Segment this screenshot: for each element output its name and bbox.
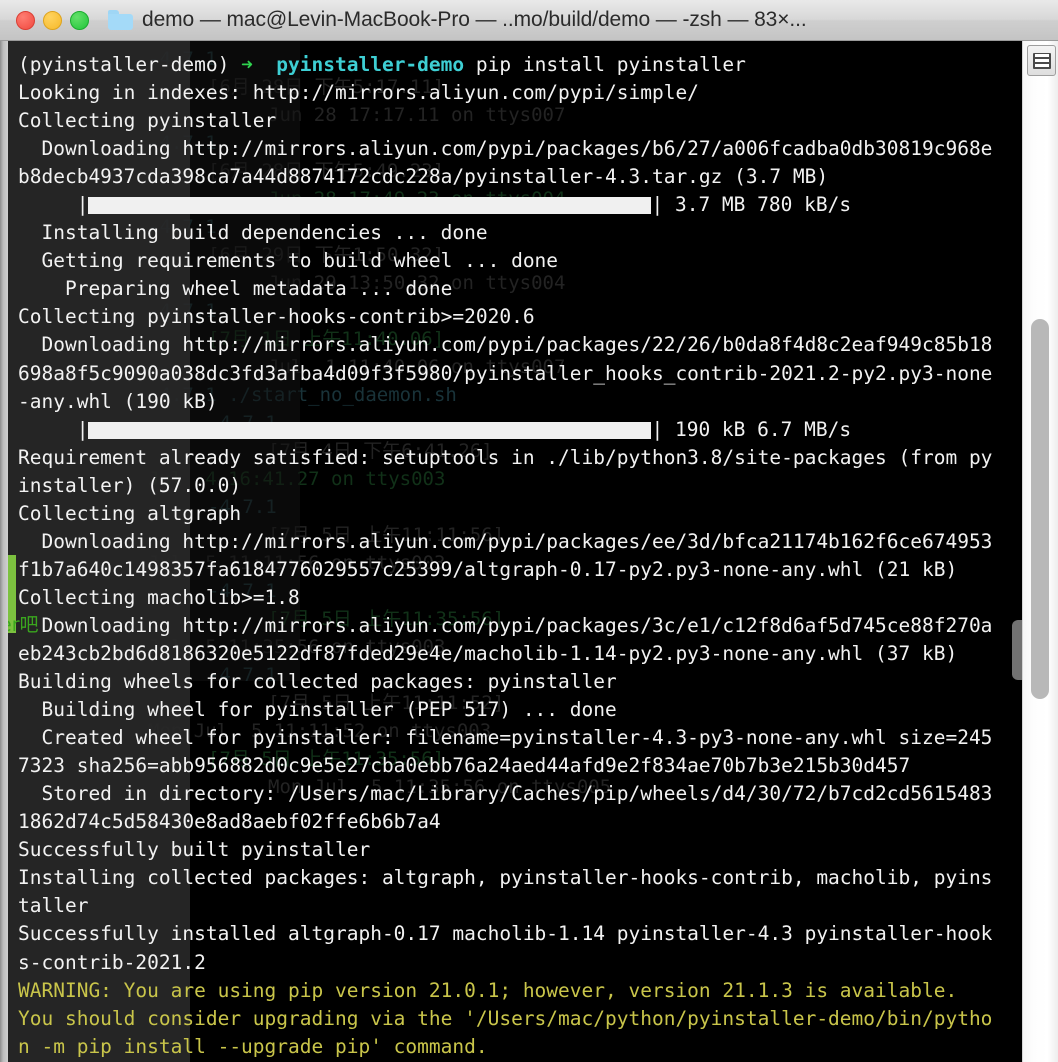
terminal-line: Installing build dependencies ... done xyxy=(18,221,488,245)
terminal-warning-line: n -m pip install --upgrade pip' command. xyxy=(18,1034,488,1058)
terminal-line: -any.whl (190 kB) xyxy=(18,389,218,413)
terminal-line: Downloading http://mirrors.aliyun.com/py… xyxy=(18,333,993,357)
terminal-progress-line: | | 190 kB 6.7 MB/s xyxy=(18,417,852,441)
terminal-line: Looking in indexes: http://mirrors.aliyu… xyxy=(18,81,699,105)
zoom-button[interactable] xyxy=(70,10,89,30)
terminal-prompt-line: (pyinstaller-demo) ➜ pyinstaller-demo pi… xyxy=(18,53,746,76)
terminal-warning-line: WARNING: You are using pip version 21.0.… xyxy=(18,978,958,1002)
rows-icon[interactable] xyxy=(1027,45,1056,76)
scrollbar-thumb[interactable] xyxy=(1031,319,1049,699)
minimize-button[interactable] xyxy=(43,10,62,30)
terminal-progress-line: | | 3.7 MB 780 kB/s xyxy=(18,193,852,217)
terminal-line: Requirement already satisfied: setuptool… xyxy=(18,445,993,469)
terminal-line: s-contrib-2021.2 xyxy=(18,950,206,974)
terminal-line: taller xyxy=(18,894,89,918)
terminal-line: Collecting pyinstaller-hooks-contrib>=20… xyxy=(18,305,535,329)
terminal-line: Stored in directory: /Users/mac/Library/… xyxy=(18,782,993,806)
terminal-line: Building wheels for collected packages: … xyxy=(18,670,617,694)
terminal-line: eb243cb2bd6d8186320e5122df87fded29e4e/ma… xyxy=(18,641,958,665)
terminal-line: Collecting pyinstaller xyxy=(18,109,277,133)
terminal-line: Downloading http://mirrors.aliyun.com/py… xyxy=(18,613,993,637)
background-scrollbar-thumb xyxy=(1012,620,1022,680)
terminal-output-area[interactable]: (pyinstaller-demo) ➜ pyinstaller-demo pi… xyxy=(8,41,1022,1062)
terminal-line: Downloading http://mirrors.aliyun.com/py… xyxy=(18,529,993,553)
terminal-line: f1b7a640c1498357fa6184776029557c25399/al… xyxy=(18,557,958,581)
terminal-warning-line: You should consider upgrading via the '/… xyxy=(18,1006,993,1030)
terminal-line: Collecting macholib>=1.8 xyxy=(18,585,300,609)
window-title: demo — mac@Levin-MacBook-Pro — ..mo/buil… xyxy=(142,8,807,31)
vertical-scrollbar[interactable] xyxy=(1022,41,1058,1062)
folder-icon xyxy=(108,10,133,30)
window-titlebar[interactable]: demo — mac@Levin-MacBook-Pro — ..mo/buil… xyxy=(0,0,1058,41)
terminal-line: 1862d74c5d58430e8ad8aebf02ffe6b6b7a4 xyxy=(18,810,441,834)
traffic-lights xyxy=(16,10,89,30)
terminal-line: 7323 sha256=abb956882d0c9e5e27cba0ebb76a… xyxy=(18,754,911,778)
terminal-line: Installing collected packages: altgraph,… xyxy=(18,866,993,890)
close-button[interactable] xyxy=(16,10,35,30)
terminal-line: installer) (57.0.0) xyxy=(18,473,242,497)
terminal-line: 698a8f5c9090a038dc3fd3afba4d09f3f5980/py… xyxy=(18,361,993,385)
terminal-lines: (pyinstaller-demo) ➜ pyinstaller-demo pi… xyxy=(18,51,1022,1061)
terminal-line: Successfully built pyinstaller xyxy=(18,838,371,862)
terminal-line: b8decb4937cda398ca7a44d8874172cdc228a/py… xyxy=(18,165,829,189)
terminal-line: Getting requirements to build wheel ... … xyxy=(18,249,559,273)
window-left-gutter xyxy=(0,41,8,1062)
terminal-line: Created wheel for pyinstaller: filename=… xyxy=(18,726,993,750)
terminal-line: Successfully installed altgraph-0.17 mac… xyxy=(18,922,993,946)
terminal-line: Preparing wheel metadata ... done xyxy=(18,277,453,301)
terminal-window: -4.7.1[6月 28日 下午5:17.11]Jun 28 17:17.11 … xyxy=(0,0,1058,1062)
terminal-line: Collecting altgraph xyxy=(18,501,242,525)
terminal-line: Building wheel for pyinstaller (PEP 517)… xyxy=(18,698,617,722)
terminal-line: Downloading http://mirrors.aliyun.com/py… xyxy=(18,137,993,161)
